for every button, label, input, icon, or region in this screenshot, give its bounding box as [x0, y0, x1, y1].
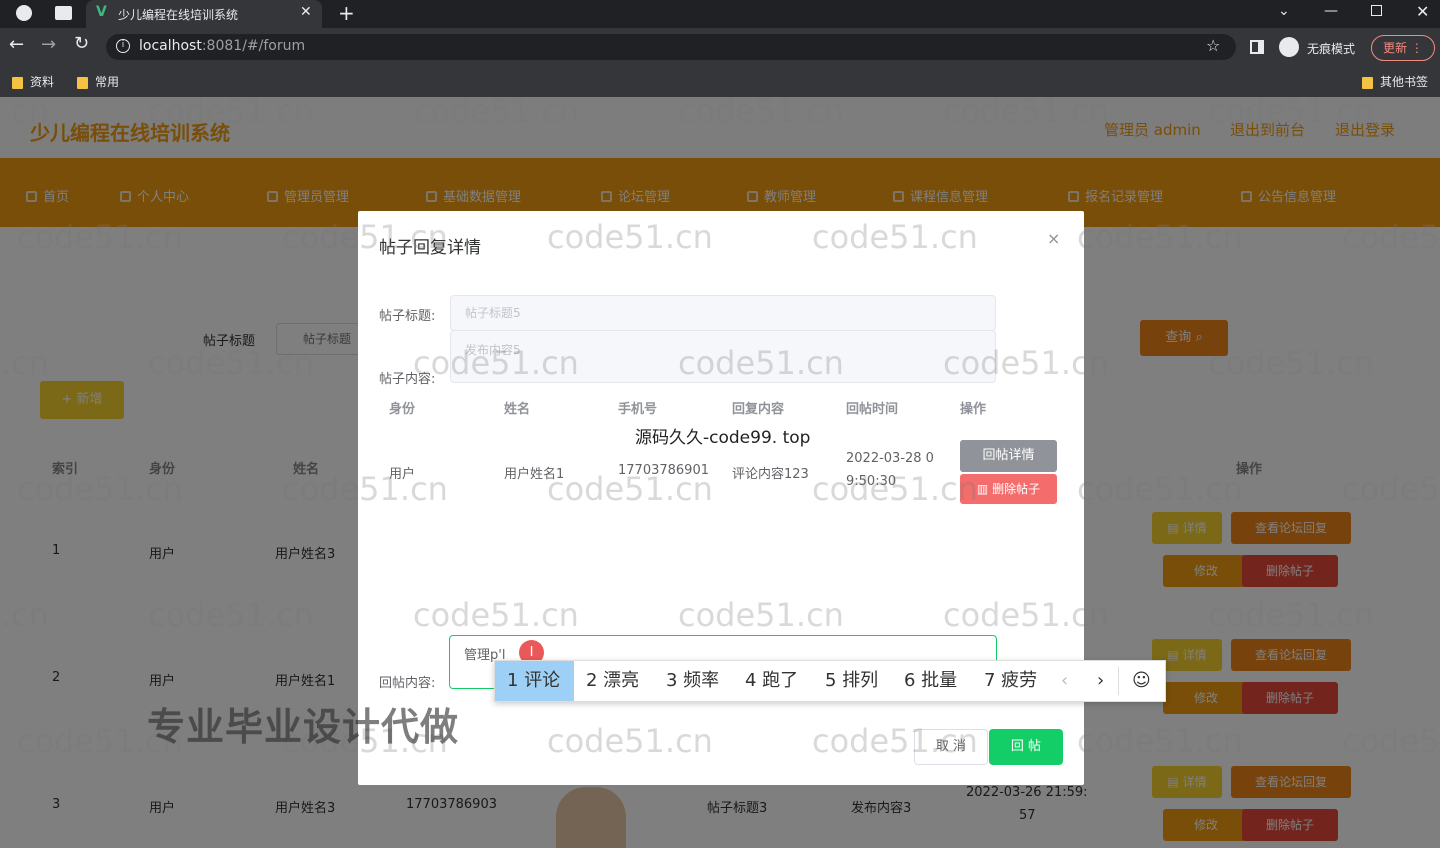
reply-detail-button[interactable]: 回帖详情 — [960, 440, 1057, 472]
tab-list-chevron-icon[interactable]: ⌄ — [1278, 3, 1290, 19]
ime-candidate-4[interactable]: 4 跑了 — [745, 661, 798, 701]
ime-candidate-7[interactable]: 7 疲劳 — [984, 661, 1037, 701]
ime-next-icon[interactable]: › — [1097, 661, 1104, 701]
reply-th-role: 身份 — [389, 402, 416, 417]
url-text: localhost:8081/#/forum — [139, 38, 306, 54]
reply-th-ops: 操作 — [960, 402, 987, 417]
ime-candidate-3[interactable]: 3 频率 — [666, 661, 719, 701]
reply-content: 评论内容123 — [732, 467, 809, 482]
restore-icon[interactable] — [1371, 5, 1382, 16]
ime-candidate-5[interactable]: 5 排列 — [825, 661, 878, 701]
reply-phone: 17703786901 — [618, 463, 709, 478]
forward-icon[interactable]: → — [41, 34, 56, 55]
close-tab-icon[interactable]: ✕ — [300, 4, 312, 20]
update-label: 更新 — [1383, 41, 1408, 55]
ime-candidate-bar: 1 评论 2 漂亮 3 频率 4 跑了 5 排列 6 批量 7 疲劳 ‹ › ☺ — [494, 660, 1166, 702]
reply-time-line2: 9:50:30 — [846, 474, 897, 489]
vue-logo-icon: V — [96, 4, 107, 20]
ime-candidate-1[interactable]: 1 评论 — [507, 661, 560, 701]
trash-icon: ▥ — [976, 482, 993, 496]
reply-th-phone: 手机号 — [618, 402, 658, 417]
folder-icon — [77, 76, 88, 89]
tab-search-icon[interactable] — [55, 6, 72, 20]
incognito-icon — [1279, 37, 1299, 57]
post-title-label: 帖子标题: — [379, 309, 436, 324]
bookmark-folder-ziliao[interactable]: 资料 — [12, 73, 54, 90]
btn-label: 删除帖子 — [992, 482, 1041, 496]
other-bookmarks[interactable]: 其他书签 — [1362, 73, 1428, 90]
browser-menu-icon[interactable] — [16, 5, 32, 21]
reply-role: 用户 — [389, 467, 416, 482]
bookmark-label: 常用 — [95, 75, 120, 89]
reply-th-name: 姓名 — [504, 402, 531, 417]
new-tab-icon[interactable]: + — [338, 1, 355, 25]
source-watermark: 源码久久-code99. top — [635, 428, 811, 448]
ime-candidate-6[interactable]: 6 批量 — [904, 661, 957, 701]
reload-icon[interactable]: ↻ — [74, 33, 89, 54]
reply-time: 2022-03-28 0 — [846, 451, 934, 466]
minimize-icon[interactable]: — — [1324, 3, 1338, 19]
ime-divider — [1118, 667, 1119, 695]
reply-name: 用户姓名1 — [504, 467, 565, 482]
reply-input-label: 回帖内容: — [379, 676, 436, 691]
submit-reply-button[interactable]: 回 帖 — [989, 729, 1063, 765]
post-title-field[interactable]: 帖子标题5 — [450, 295, 996, 331]
dialog-title: 帖子回复详情 — [379, 238, 481, 258]
emoji-icon[interactable]: ☺ — [1132, 661, 1151, 701]
reply-th-content: 回复内容 — [732, 402, 785, 417]
update-button[interactable]: 更新 ⋮ — [1371, 35, 1435, 61]
bookmark-star-icon[interactable]: ☆ — [1206, 36, 1220, 55]
post-content-value: 发布内容5 — [465, 343, 521, 357]
bookmark-label: 资料 — [30, 75, 55, 89]
cancel-button[interactable]: 取 消 — [914, 729, 988, 765]
url-field[interactable]: i localhost:8081/#/forum ☆ — [106, 34, 1236, 60]
post-content-label: 帖子内容: — [379, 372, 436, 387]
sidebar-toggle-icon[interactable] — [1250, 40, 1264, 54]
bookmark-label: 其他书签 — [1380, 75, 1429, 89]
browser-tab-active[interactable]: V 少儿编程在线培训系统 ✕ — [86, 0, 322, 28]
promo-watermark: 专业毕业设计代做 — [147, 705, 460, 749]
bookmark-folder-changyong[interactable]: 常用 — [77, 73, 119, 90]
incognito-label: 无痕模式 — [1307, 42, 1356, 56]
site-info-icon[interactable]: i — [116, 39, 130, 53]
dialog-close-icon[interactable]: × — [1047, 229, 1060, 248]
ime-prev-icon[interactable]: ‹ — [1061, 661, 1068, 701]
reply-delete-button[interactable]: ▥ 删除帖子 — [960, 474, 1057, 504]
post-content-field[interactable]: 发布内容5 — [450, 330, 996, 383]
folder-icon — [1362, 76, 1373, 89]
browser-tab-bar: V 少儿编程在线培训系统 ✕ + ⌄ — ✕ — [0, 0, 1440, 28]
reply-th-time: 回帖时间 — [846, 402, 899, 417]
ime-candidate-2[interactable]: 2 漂亮 — [586, 661, 639, 701]
back-icon[interactable]: ← — [9, 34, 24, 55]
bookmarks-bar: 资料 常用 其他书签 — [0, 65, 1440, 97]
close-window-icon[interactable]: ✕ — [1416, 2, 1429, 21]
post-title-value: 帖子标题5 — [465, 306, 521, 320]
tab-title: 少儿编程在线培训系统 — [118, 8, 239, 22]
folder-icon — [12, 76, 23, 89]
